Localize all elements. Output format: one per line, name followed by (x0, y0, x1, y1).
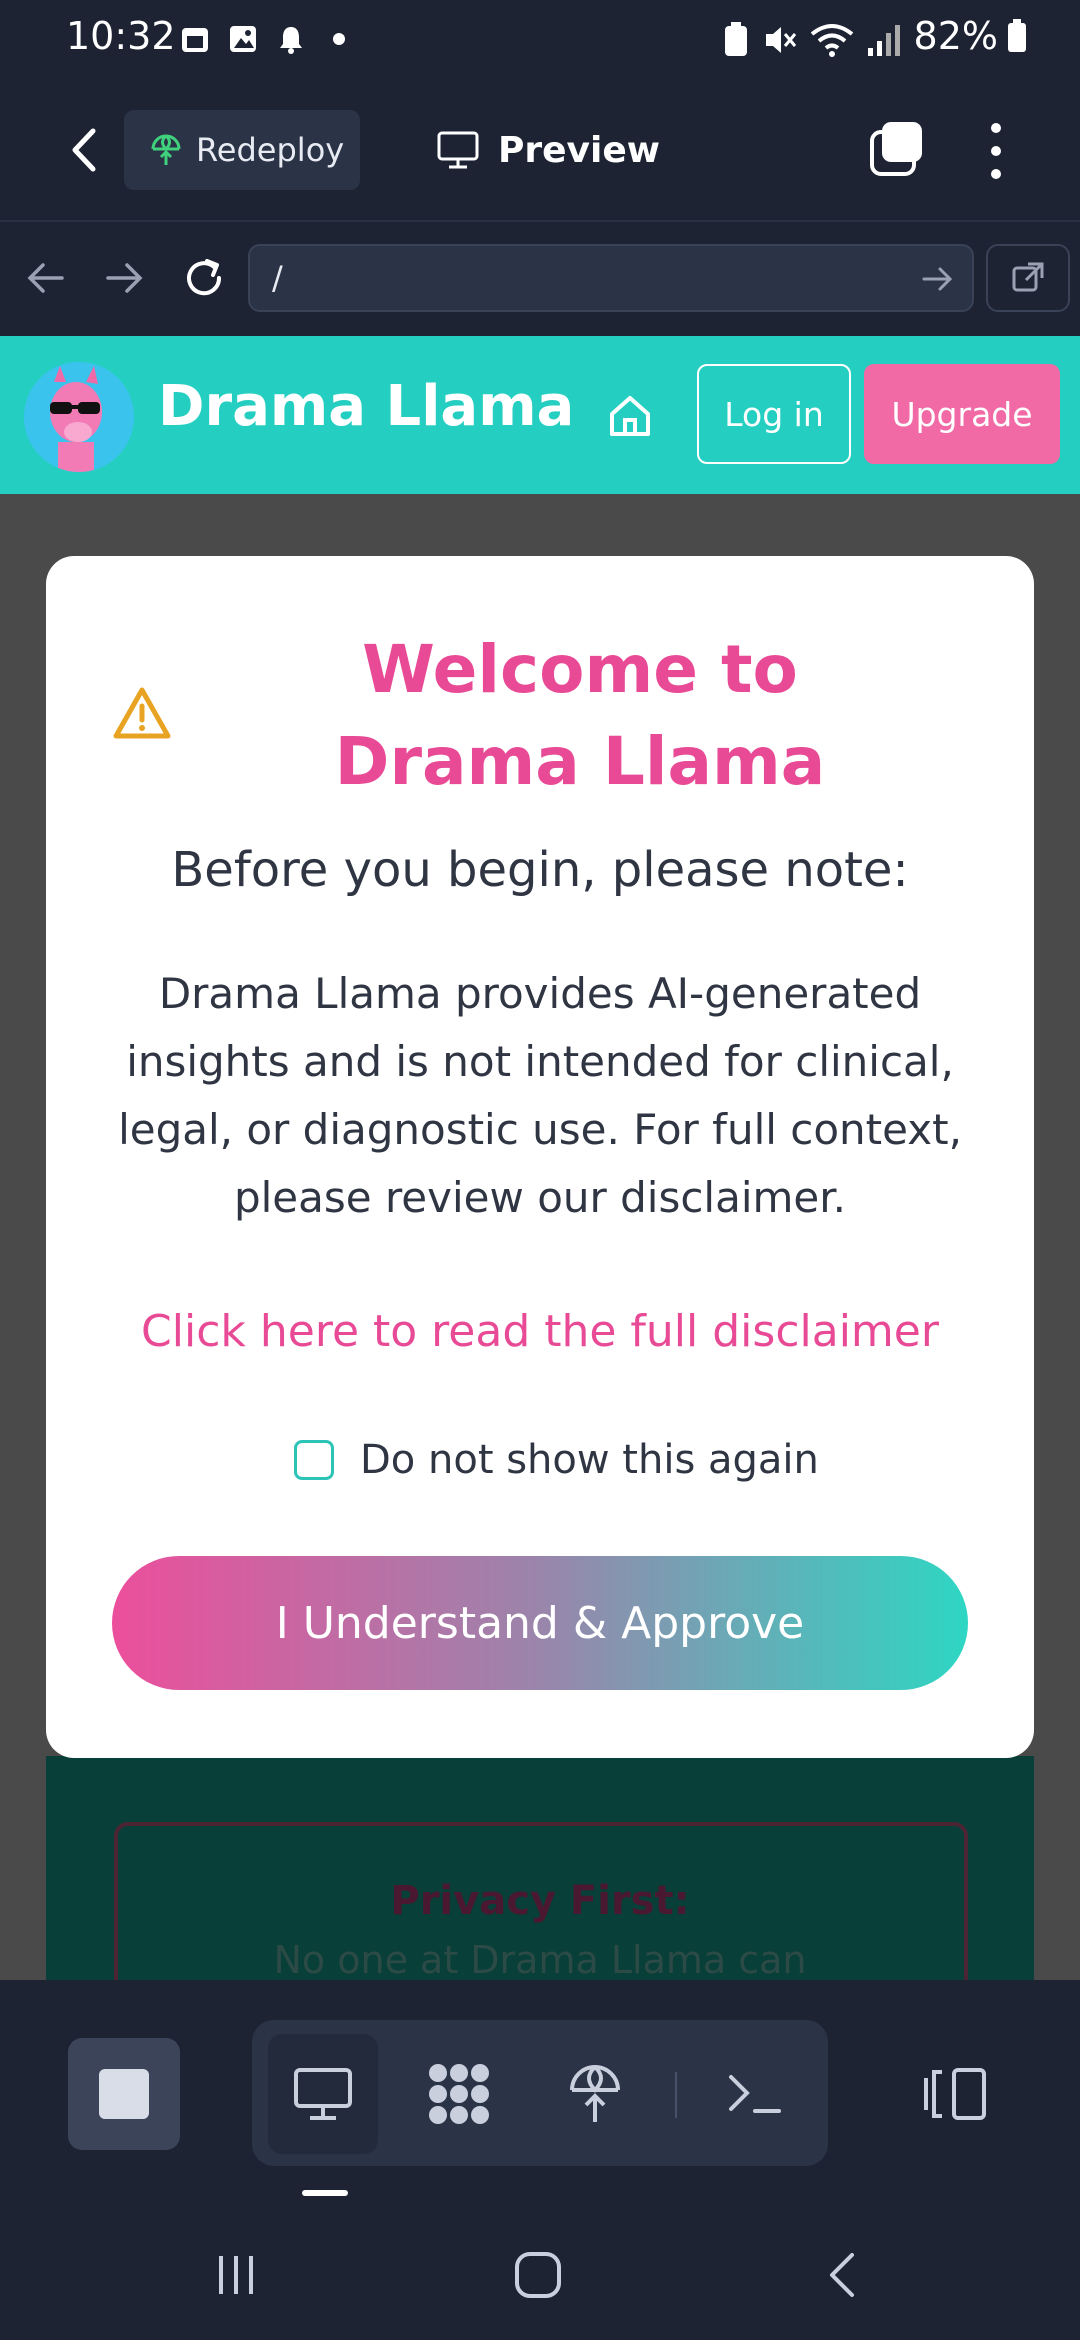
terminal-icon (729, 2075, 781, 2113)
dont-show-again-row[interactable]: Do not show this again (294, 1436, 819, 1484)
panel-layout-icon[interactable] (920, 2064, 990, 2124)
tab-preview[interactable]: Preview (436, 110, 660, 190)
deploy-icon (151, 134, 181, 165)
tabs-switcher-icon[interactable] (868, 118, 926, 178)
stop-icon (99, 2069, 149, 2119)
browser-forward-button[interactable] (96, 250, 152, 306)
monitor-icon (437, 131, 479, 169)
upgrade-button[interactable]: Upgrade (864, 364, 1060, 464)
more-options-icon[interactable] (978, 116, 1014, 186)
redeploy-label: Redeploy (196, 131, 345, 169)
login-button[interactable]: Log in (697, 364, 851, 464)
tool-preview[interactable] (268, 2034, 378, 2154)
gallery-icon (226, 22, 260, 56)
url-input[interactable] (248, 244, 974, 312)
app-header: Drama Llama Log in Upgrade (0, 336, 1080, 494)
browser-back-button[interactable] (18, 250, 74, 306)
home-icon[interactable] (602, 388, 658, 444)
full-disclaimer-link[interactable]: Click here to read the full disclaimer (46, 1306, 1034, 1357)
wifi-icon (810, 24, 854, 57)
url-go-icon[interactable] (918, 262, 958, 296)
tool-deployments[interactable] (540, 2034, 650, 2154)
dont-show-again-checkbox[interactable] (294, 1440, 334, 1480)
modal-title: Welcome to Drama Llama (334, 631, 826, 800)
chevron-left-icon (72, 128, 96, 172)
recents-icon (219, 2256, 253, 2294)
arrow-left-icon (27, 263, 64, 293)
back-nav-icon (830, 2253, 854, 2297)
signal-icon (868, 25, 900, 56)
open-in-new-tab-button[interactable] (986, 244, 1070, 312)
status-notification-icons (178, 22, 356, 56)
back-button[interactable] (56, 116, 112, 184)
monitor-icon (294, 2068, 352, 2120)
privacy-text: No one at Drama Llama can (273, 1938, 807, 1980)
back-nav-button[interactable] (802, 2240, 882, 2310)
battery-icon (1008, 19, 1026, 52)
dot-icon (322, 22, 356, 56)
tool-divider (675, 2072, 677, 2118)
active-tool-indicator (302, 2190, 348, 2196)
mute-icon (766, 27, 797, 53)
battery-level: 82% (914, 14, 1028, 58)
redeploy-button[interactable]: Redeploy (124, 110, 360, 190)
modal-subtitle: Before you begin, please note: (171, 842, 909, 898)
battery-saver-icon (725, 22, 747, 56)
status-time: 10:32 (66, 14, 176, 58)
warning-icon (112, 686, 172, 742)
dont-show-again-label[interactable]: Do not show this again (360, 1437, 819, 1483)
privacy-text-clip: No one at Drama Llama can (0, 1938, 1080, 1980)
agent-icon (429, 2064, 489, 2124)
recent-apps-button[interactable] (196, 2240, 276, 2310)
preview-label: Preview (498, 129, 661, 171)
stop-button[interactable] (68, 2038, 180, 2150)
tool-console[interactable] (700, 2034, 810, 2154)
privacy-title: Privacy First: (390, 1878, 690, 1924)
reload-icon (187, 259, 222, 296)
llama-logo (24, 362, 134, 472)
brand-name[interactable]: Drama Llama (158, 374, 574, 439)
approve-button[interactable]: I Understand & Approve (112, 1556, 968, 1690)
battery-percent: 82% (913, 14, 998, 58)
reload-button[interactable] (176, 250, 232, 306)
system-status-icons (722, 22, 902, 58)
bell-icon (274, 22, 308, 56)
tool-agent[interactable] (404, 2034, 514, 2154)
external-link-icon (1012, 262, 1044, 292)
arrow-right-icon (106, 263, 143, 293)
deploy-icon (570, 2065, 620, 2122)
home-nav-button[interactable] (498, 2240, 578, 2310)
home-nav-icon (515, 2252, 561, 2298)
modal-body-text: Drama Llama provides AI-generated insigh… (118, 969, 962, 1222)
calendar-icon (178, 22, 212, 56)
